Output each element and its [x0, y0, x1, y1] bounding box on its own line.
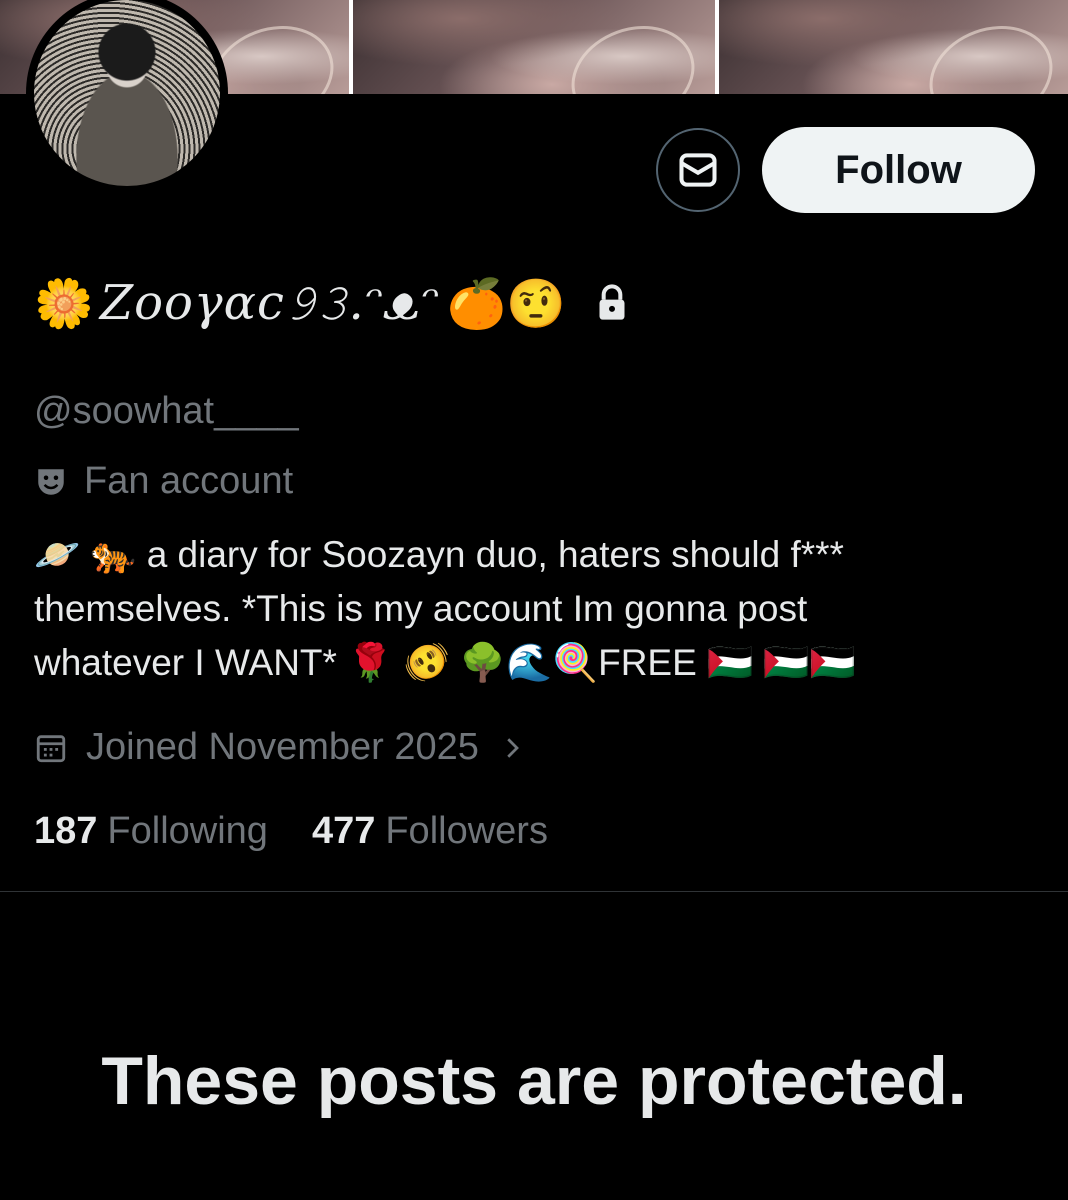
- message-button[interactable]: [656, 128, 740, 212]
- profile-name: 🌼 Zooγαc𝟿𝟹.ᵔᴥᵔ 🍊🤨: [34, 258, 632, 348]
- followers-count: 477: [311, 810, 376, 852]
- calendar-icon: [36, 734, 66, 762]
- following-label: Following: [107, 810, 268, 852]
- flower-emoji: 🌼: [34, 275, 94, 332]
- followers-label: Followers: [385, 810, 548, 852]
- bio-line: whatever I WANT* 🌹 🫨 🌳🌊🍭FREE 🇵🇸 🇵🇸🇵🇸: [34, 642, 856, 683]
- protected-posts-heading: These posts are protected.: [101, 1043, 967, 1119]
- category-label: Fan account: [84, 460, 294, 502]
- divider: [0, 891, 1068, 892]
- bio-line: 🪐 🐅 a diary for Soozayn duo, haters shou…: [34, 534, 844, 575]
- joined-date[interactable]: Joined November 2025: [34, 726, 527, 769]
- profile-category: Fan account: [34, 460, 293, 503]
- banner-image-part: [719, 0, 1068, 94]
- profile-handle: @soowhat____: [34, 390, 299, 432]
- bio-line: themselves. *This is my account Im gonna…: [34, 588, 808, 629]
- follow-button[interactable]: Follow: [762, 127, 1035, 213]
- followers-link[interactable]: 477 Followers: [312, 810, 548, 853]
- avatar[interactable]: [26, 0, 228, 194]
- banner-image-part: [353, 0, 715, 94]
- joined-label: Joined November 2025: [86, 726, 479, 768]
- profile-bio: 🪐 🐅 a diary for Soozayn duo, haters shou…: [34, 528, 1034, 690]
- avatar-image: [34, 0, 220, 186]
- display-name: Zooγαc𝟿𝟹.ᵔᴥᵔ: [99, 274, 441, 331]
- chevron-right-icon: [507, 737, 519, 758]
- profile-stats: 187 Following 477 Followers: [34, 810, 548, 853]
- lock-icon: [592, 283, 632, 323]
- name-emojis: 🍊🤨: [446, 275, 566, 332]
- mail-icon: [679, 153, 717, 187]
- following-count: 187: [34, 810, 98, 852]
- following-link[interactable]: 187 Following: [34, 810, 268, 853]
- theater-masks-icon: [38, 468, 64, 495]
